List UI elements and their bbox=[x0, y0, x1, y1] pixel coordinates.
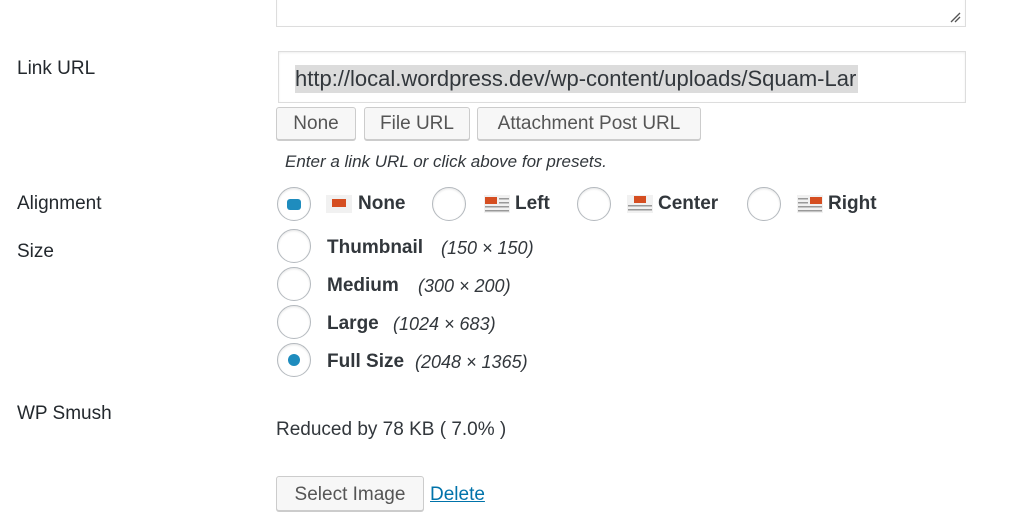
size-label: Size bbox=[17, 241, 54, 262]
size-medium-name[interactable]: Medium bbox=[327, 275, 399, 297]
size-large-name[interactable]: Large bbox=[327, 313, 379, 335]
alignment-label: Alignment bbox=[17, 193, 102, 214]
link-none-button[interactable]: None bbox=[276, 107, 356, 140]
size-full-name[interactable]: Full Size bbox=[327, 351, 404, 373]
size-large-dims: (1024 × 683) bbox=[393, 314, 496, 334]
align-center-label[interactable]: Center bbox=[658, 193, 718, 215]
radio-selected-indicator bbox=[287, 199, 301, 210]
align-none-icon bbox=[326, 195, 352, 213]
align-center-icon bbox=[627, 195, 653, 213]
select-image-button[interactable]: Select Image bbox=[276, 476, 424, 511]
link-url-input[interactable]: http://local.wordpress.dev/wp-content/up… bbox=[278, 51, 966, 103]
size-large-radio[interactable] bbox=[277, 305, 311, 339]
wp-smush-label: WP Smush bbox=[17, 403, 112, 424]
link-url-label: Link URL bbox=[17, 58, 96, 79]
align-none-label[interactable]: None bbox=[358, 193, 406, 215]
align-right-radio[interactable] bbox=[747, 187, 781, 221]
size-medium-radio[interactable] bbox=[277, 267, 311, 301]
align-right-label[interactable]: Right bbox=[828, 193, 877, 215]
align-left-icon bbox=[484, 195, 510, 213]
link-url-value: http://local.wordpress.dev/wp-content/up… bbox=[295, 65, 859, 93]
size-thumbnail-radio[interactable] bbox=[277, 229, 311, 263]
size-medium-dims: (300 × 200) bbox=[418, 276, 511, 296]
align-left-radio[interactable] bbox=[432, 187, 466, 221]
size-full-radio[interactable] bbox=[277, 343, 311, 377]
link-file-url-button[interactable]: File URL bbox=[364, 107, 470, 140]
align-none-radio[interactable] bbox=[277, 187, 311, 221]
radio-selected-indicator bbox=[288, 354, 300, 366]
resize-grip-icon[interactable] bbox=[949, 11, 961, 23]
size-thumbnail-dims: (150 × 150) bbox=[441, 238, 534, 258]
delete-link[interactable]: Delete bbox=[430, 484, 485, 506]
align-left-label[interactable]: Left bbox=[515, 193, 550, 215]
link-url-hint: Enter a link URL or click above for pres… bbox=[285, 152, 607, 171]
size-thumbnail-name[interactable]: Thumbnail bbox=[327, 237, 423, 259]
link-attachment-post-url-button[interactable]: Attachment Post URL bbox=[477, 107, 701, 140]
smush-status-text: Reduced by 78 KB ( 7.0% ) bbox=[276, 419, 507, 440]
align-right-icon bbox=[797, 195, 823, 213]
size-full-dims: (2048 × 1365) bbox=[415, 352, 528, 372]
caption-textarea[interactable] bbox=[276, 0, 966, 27]
align-center-radio[interactable] bbox=[577, 187, 611, 221]
